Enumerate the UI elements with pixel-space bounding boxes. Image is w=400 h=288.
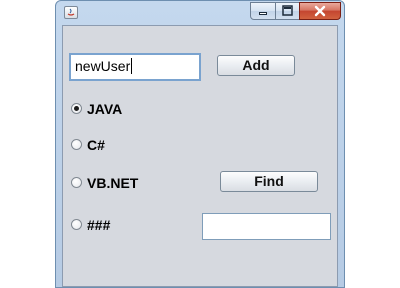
username-input-value: newUser <box>75 58 131 74</box>
java-app-icon[interactable] <box>64 6 78 19</box>
find-button[interactable]: Find <box>220 171 318 192</box>
minimize-icon <box>259 12 267 15</box>
radio-indicator[interactable] <box>71 139 82 150</box>
form-panel: newUser Add JAVA C# VB.NET Find ### <box>62 25 338 287</box>
add-button[interactable]: Add <box>217 55 295 76</box>
minimize-button[interactable] <box>250 2 276 20</box>
radio-indicator[interactable] <box>71 219 82 230</box>
close-button[interactable] <box>299 2 341 20</box>
radio-label[interactable]: JAVA <box>87 100 122 118</box>
radio-indicator[interactable] <box>71 103 82 114</box>
text-caret <box>131 58 133 74</box>
app-window: newUser Add JAVA C# VB.NET Find ### <box>55 0 345 288</box>
maximize-icon <box>282 5 293 16</box>
radio-label[interactable]: VB.NET <box>87 174 138 192</box>
radio-selected-dot <box>74 106 79 111</box>
title-bar[interactable] <box>56 1 344 24</box>
username-input[interactable]: newUser <box>69 53 201 81</box>
maximize-button[interactable] <box>275 2 300 20</box>
extra-input[interactable] <box>202 213 331 240</box>
close-icon <box>314 5 326 17</box>
radio-label[interactable]: ### <box>87 216 110 234</box>
radio-label[interactable]: C# <box>87 136 105 154</box>
radio-indicator[interactable] <box>71 177 82 188</box>
